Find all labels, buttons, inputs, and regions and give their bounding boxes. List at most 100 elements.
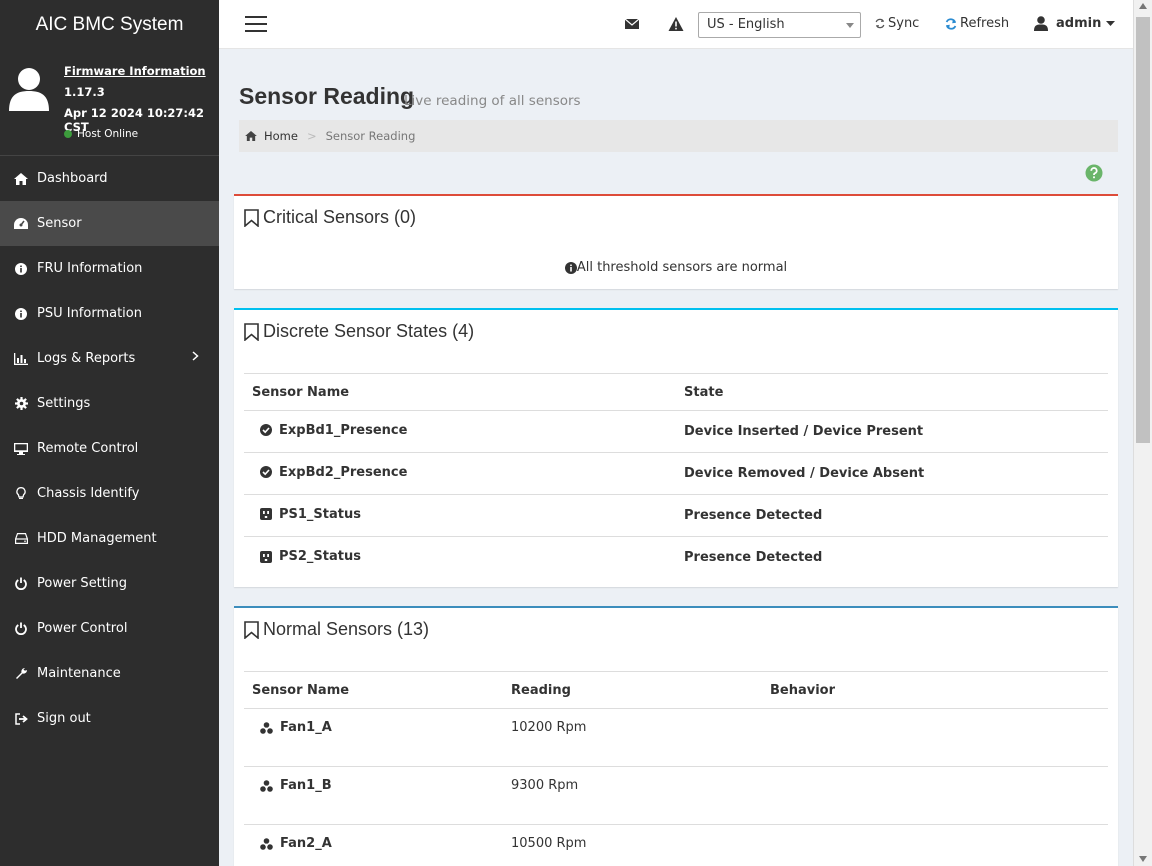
- breadcrumb: Home > Sensor Reading: [239, 120, 1118, 152]
- sensor-name: PS2_Status: [279, 549, 361, 564]
- bookmark-icon: [244, 322, 259, 341]
- table-row[interactable]: PS1_Status Presence Detected: [244, 494, 1108, 537]
- refresh-button[interactable]: Refresh: [945, 16, 1009, 31]
- sensor-behavior: [762, 824, 1108, 866]
- breadcrumb-current: Sensor Reading: [325, 129, 416, 143]
- sensor-name: Fan1_A: [280, 720, 332, 735]
- home-icon: [14, 172, 28, 186]
- power-icon: [14, 577, 28, 591]
- sidebar-item-logs-reports[interactable]: Logs & Reports: [0, 336, 219, 381]
- user-menu-label: admin: [1056, 16, 1102, 31]
- column-header-state[interactable]: State: [676, 373, 1108, 411]
- sidebar-item-hdd-management[interactable]: HDD Management: [0, 516, 219, 561]
- sidebar-item-label: Settings: [37, 396, 91, 411]
- bookmark-icon: [244, 620, 259, 639]
- help-icon[interactable]: [1085, 164, 1103, 182]
- language-select-value: US - English: [707, 17, 785, 32]
- hdd-icon: [14, 532, 28, 546]
- sidebar-item-power-setting[interactable]: Power Setting: [0, 561, 219, 606]
- breadcrumb-separator: >: [306, 129, 317, 143]
- sidebar-item-label: Dashboard: [37, 171, 108, 186]
- info-icon: [14, 307, 28, 321]
- sign-out-icon: [14, 712, 28, 726]
- check-circle-icon: [260, 424, 272, 437]
- sidebar-item-label: Sign out: [37, 711, 91, 726]
- page-subtitle: Live reading of all sensors: [404, 93, 581, 109]
- user-menu[interactable]: admin: [1034, 16, 1118, 31]
- scroll-up-arrow-icon[interactable]: [1139, 3, 1147, 9]
- sync-button[interactable]: Sync: [875, 16, 919, 31]
- sidebar-item-sensor[interactable]: Sensor: [0, 201, 219, 246]
- sidebar-menu: Dashboard Sensor FRU Information PSU Inf…: [0, 156, 219, 741]
- plug-icon: [260, 550, 272, 563]
- sensor-state: Presence Detected: [684, 550, 823, 566]
- bar-chart-icon: [14, 352, 28, 366]
- column-header-sensor-name[interactable]: Sensor Name: [244, 373, 676, 411]
- home-icon: [245, 131, 257, 141]
- breadcrumb-home-label: Home: [264, 129, 298, 143]
- sidebar: AIC BMC System Firmware Information 1.17…: [0, 0, 219, 866]
- table-row[interactable]: ExpBd2_Presence Device Removed / Device …: [244, 452, 1108, 495]
- discrete-sensors-panel: Discrete Sensor States (4) Sensor Name S…: [234, 308, 1118, 587]
- critical-sensors-message-text: All threshold sensors are normal: [576, 260, 788, 275]
- sidebar-item-power-control[interactable]: Power Control: [0, 606, 219, 651]
- page-scrollbar[interactable]: [1133, 0, 1152, 866]
- table-row[interactable]: Fan1_A 10200 Rpm: [244, 708, 1108, 767]
- sync-label: Sync: [888, 16, 920, 31]
- sensor-name: Fan1_B: [280, 778, 332, 793]
- table-row[interactable]: Fan1_B 9300 Rpm: [244, 766, 1108, 825]
- sidebar-item-settings[interactable]: Settings: [0, 381, 219, 426]
- breadcrumb-home[interactable]: Home: [245, 129, 298, 143]
- sidebar-item-chassis-identify[interactable]: Chassis Identify: [0, 471, 219, 516]
- wrench-icon: [14, 667, 28, 681]
- info-icon: [14, 262, 28, 276]
- firmware-information-link[interactable]: Firmware Information: [64, 64, 206, 78]
- chevron-down-icon: [846, 23, 854, 28]
- gauge-icon: [14, 217, 28, 231]
- refresh-icon: [945, 17, 957, 30]
- sensor-reading: 10500 Rpm: [503, 824, 762, 866]
- column-header-sensor-name[interactable]: Sensor Name: [244, 671, 503, 709]
- page-title: Sensor Reading: [239, 83, 415, 109]
- sidebar-item-label: Chassis Identify: [37, 486, 140, 501]
- fan-icon: [260, 779, 273, 792]
- app-title: AIC BMC System: [0, 0, 219, 49]
- table-row[interactable]: Fan2_A 10500 Rpm: [244, 824, 1108, 866]
- table-row[interactable]: PS2_Status Presence Detected: [244, 537, 1108, 579]
- sensor-behavior: [762, 708, 1108, 767]
- warning-icon[interactable]: [668, 16, 684, 32]
- discrete-sensors-title: Discrete Sensor States (4): [244, 321, 474, 342]
- gear-icon: [14, 397, 28, 411]
- sidebar-item-label: FRU Information: [37, 261, 143, 276]
- plug-icon: [260, 508, 272, 521]
- sidebar-item-label: HDD Management: [37, 531, 157, 546]
- critical-sensors-title: Critical Sensors (0): [244, 207, 416, 228]
- language-select[interactable]: US - English: [698, 12, 861, 38]
- column-header-reading[interactable]: Reading: [503, 671, 762, 709]
- table-row[interactable]: ExpBd1_Presence Device Inserted / Device…: [244, 410, 1108, 453]
- critical-sensors-panel: Critical Sensors (0) All threshold senso…: [234, 194, 1118, 289]
- scroll-down-arrow-icon[interactable]: [1139, 856, 1147, 862]
- sidebar-item-label: Power Control: [37, 621, 128, 636]
- sidebar-item-psu-information[interactable]: PSU Information: [0, 291, 219, 336]
- sensor-name: Fan2_A: [280, 836, 332, 851]
- sidebar-item-label: Maintenance: [37, 666, 121, 681]
- envelope-icon[interactable]: [624, 16, 640, 32]
- monitor-icon: [14, 442, 28, 456]
- scrollbar-thumb[interactable]: [1136, 17, 1150, 443]
- hamburger-menu-icon[interactable]: [245, 15, 267, 33]
- sidebar-item-remote-control[interactable]: Remote Control: [0, 426, 219, 471]
- power-icon: [14, 622, 28, 636]
- sidebar-item-label: Remote Control: [37, 441, 139, 456]
- sensor-state: Presence Detected: [676, 494, 1108, 537]
- sidebar-item-sign-out[interactable]: Sign out: [0, 696, 219, 741]
- caret-down-icon: [1106, 20, 1116, 26]
- sidebar-item-fru-information[interactable]: FRU Information: [0, 246, 219, 291]
- normal-sensors-title-text: Normal Sensors (13): [263, 619, 430, 639]
- sidebar-item-maintenance[interactable]: Maintenance: [0, 651, 219, 696]
- sidebar-item-label: Logs & Reports: [37, 351, 136, 366]
- host-status: Host Online: [64, 128, 138, 140]
- column-header-behavior[interactable]: Behavior: [762, 671, 1108, 709]
- fan-icon: [260, 837, 273, 850]
- sidebar-item-dashboard[interactable]: Dashboard: [0, 156, 219, 201]
